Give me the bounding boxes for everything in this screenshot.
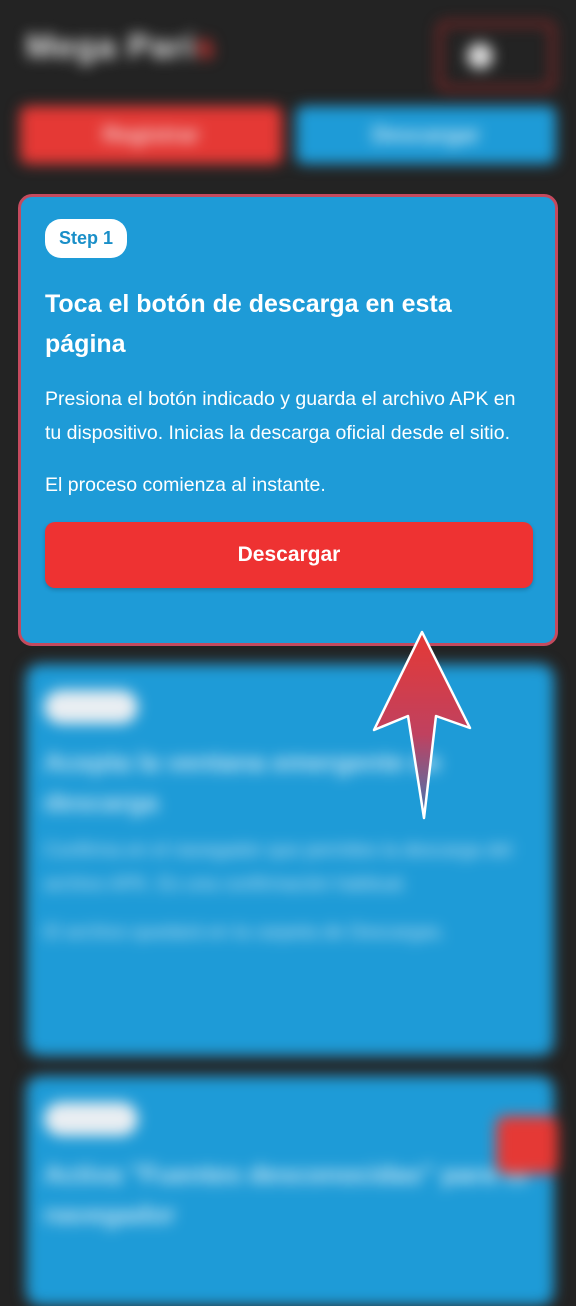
user-menu-icon bbox=[467, 43, 493, 69]
step-note: El proceso comienza al instante. bbox=[45, 474, 326, 496]
logo-text-part1: Mega bbox=[26, 28, 117, 66]
step-title: Toca el botón de descarga en esta página bbox=[45, 290, 452, 358]
step-card-1: Step 1 Toca el botón de descarga en esta… bbox=[18, 194, 558, 646]
step-card-3: Step 3 Activa "Fuentes desconocidas" par… bbox=[26, 1076, 554, 1306]
user-menu-button[interactable] bbox=[438, 22, 554, 90]
download-button[interactable]: Descargar bbox=[45, 522, 533, 588]
step-note: El archivo quedará en la carpeta de Desc… bbox=[44, 922, 446, 943]
step-description: Confirma en el navegador que permites la… bbox=[44, 840, 512, 895]
logo-text-accent: s bbox=[195, 28, 216, 66]
step-badge: Step 3 bbox=[44, 1102, 139, 1136]
floating-action-button[interactable] bbox=[496, 1116, 558, 1174]
step-badge: Step 1 bbox=[45, 219, 128, 258]
register-button[interactable]: Registrar bbox=[20, 106, 282, 164]
step-card-2: Step 2 Acepta la ventana emergente de de… bbox=[26, 664, 554, 1056]
download-nav-button[interactable]: Descargar bbox=[296, 106, 556, 164]
logo-text-part2: Pari bbox=[127, 28, 196, 66]
site-logo[interactable]: Mega Paris bbox=[26, 28, 216, 67]
arrow-up-icon bbox=[372, 630, 472, 820]
step-title: Activa "Fuentes desconocidas" para tu na… bbox=[44, 1159, 529, 1229]
header: Mega Paris bbox=[0, 0, 576, 100]
step-badge: Step 2 bbox=[44, 690, 139, 724]
step-description: Presiona el botón indicado y guarda el a… bbox=[45, 388, 516, 444]
